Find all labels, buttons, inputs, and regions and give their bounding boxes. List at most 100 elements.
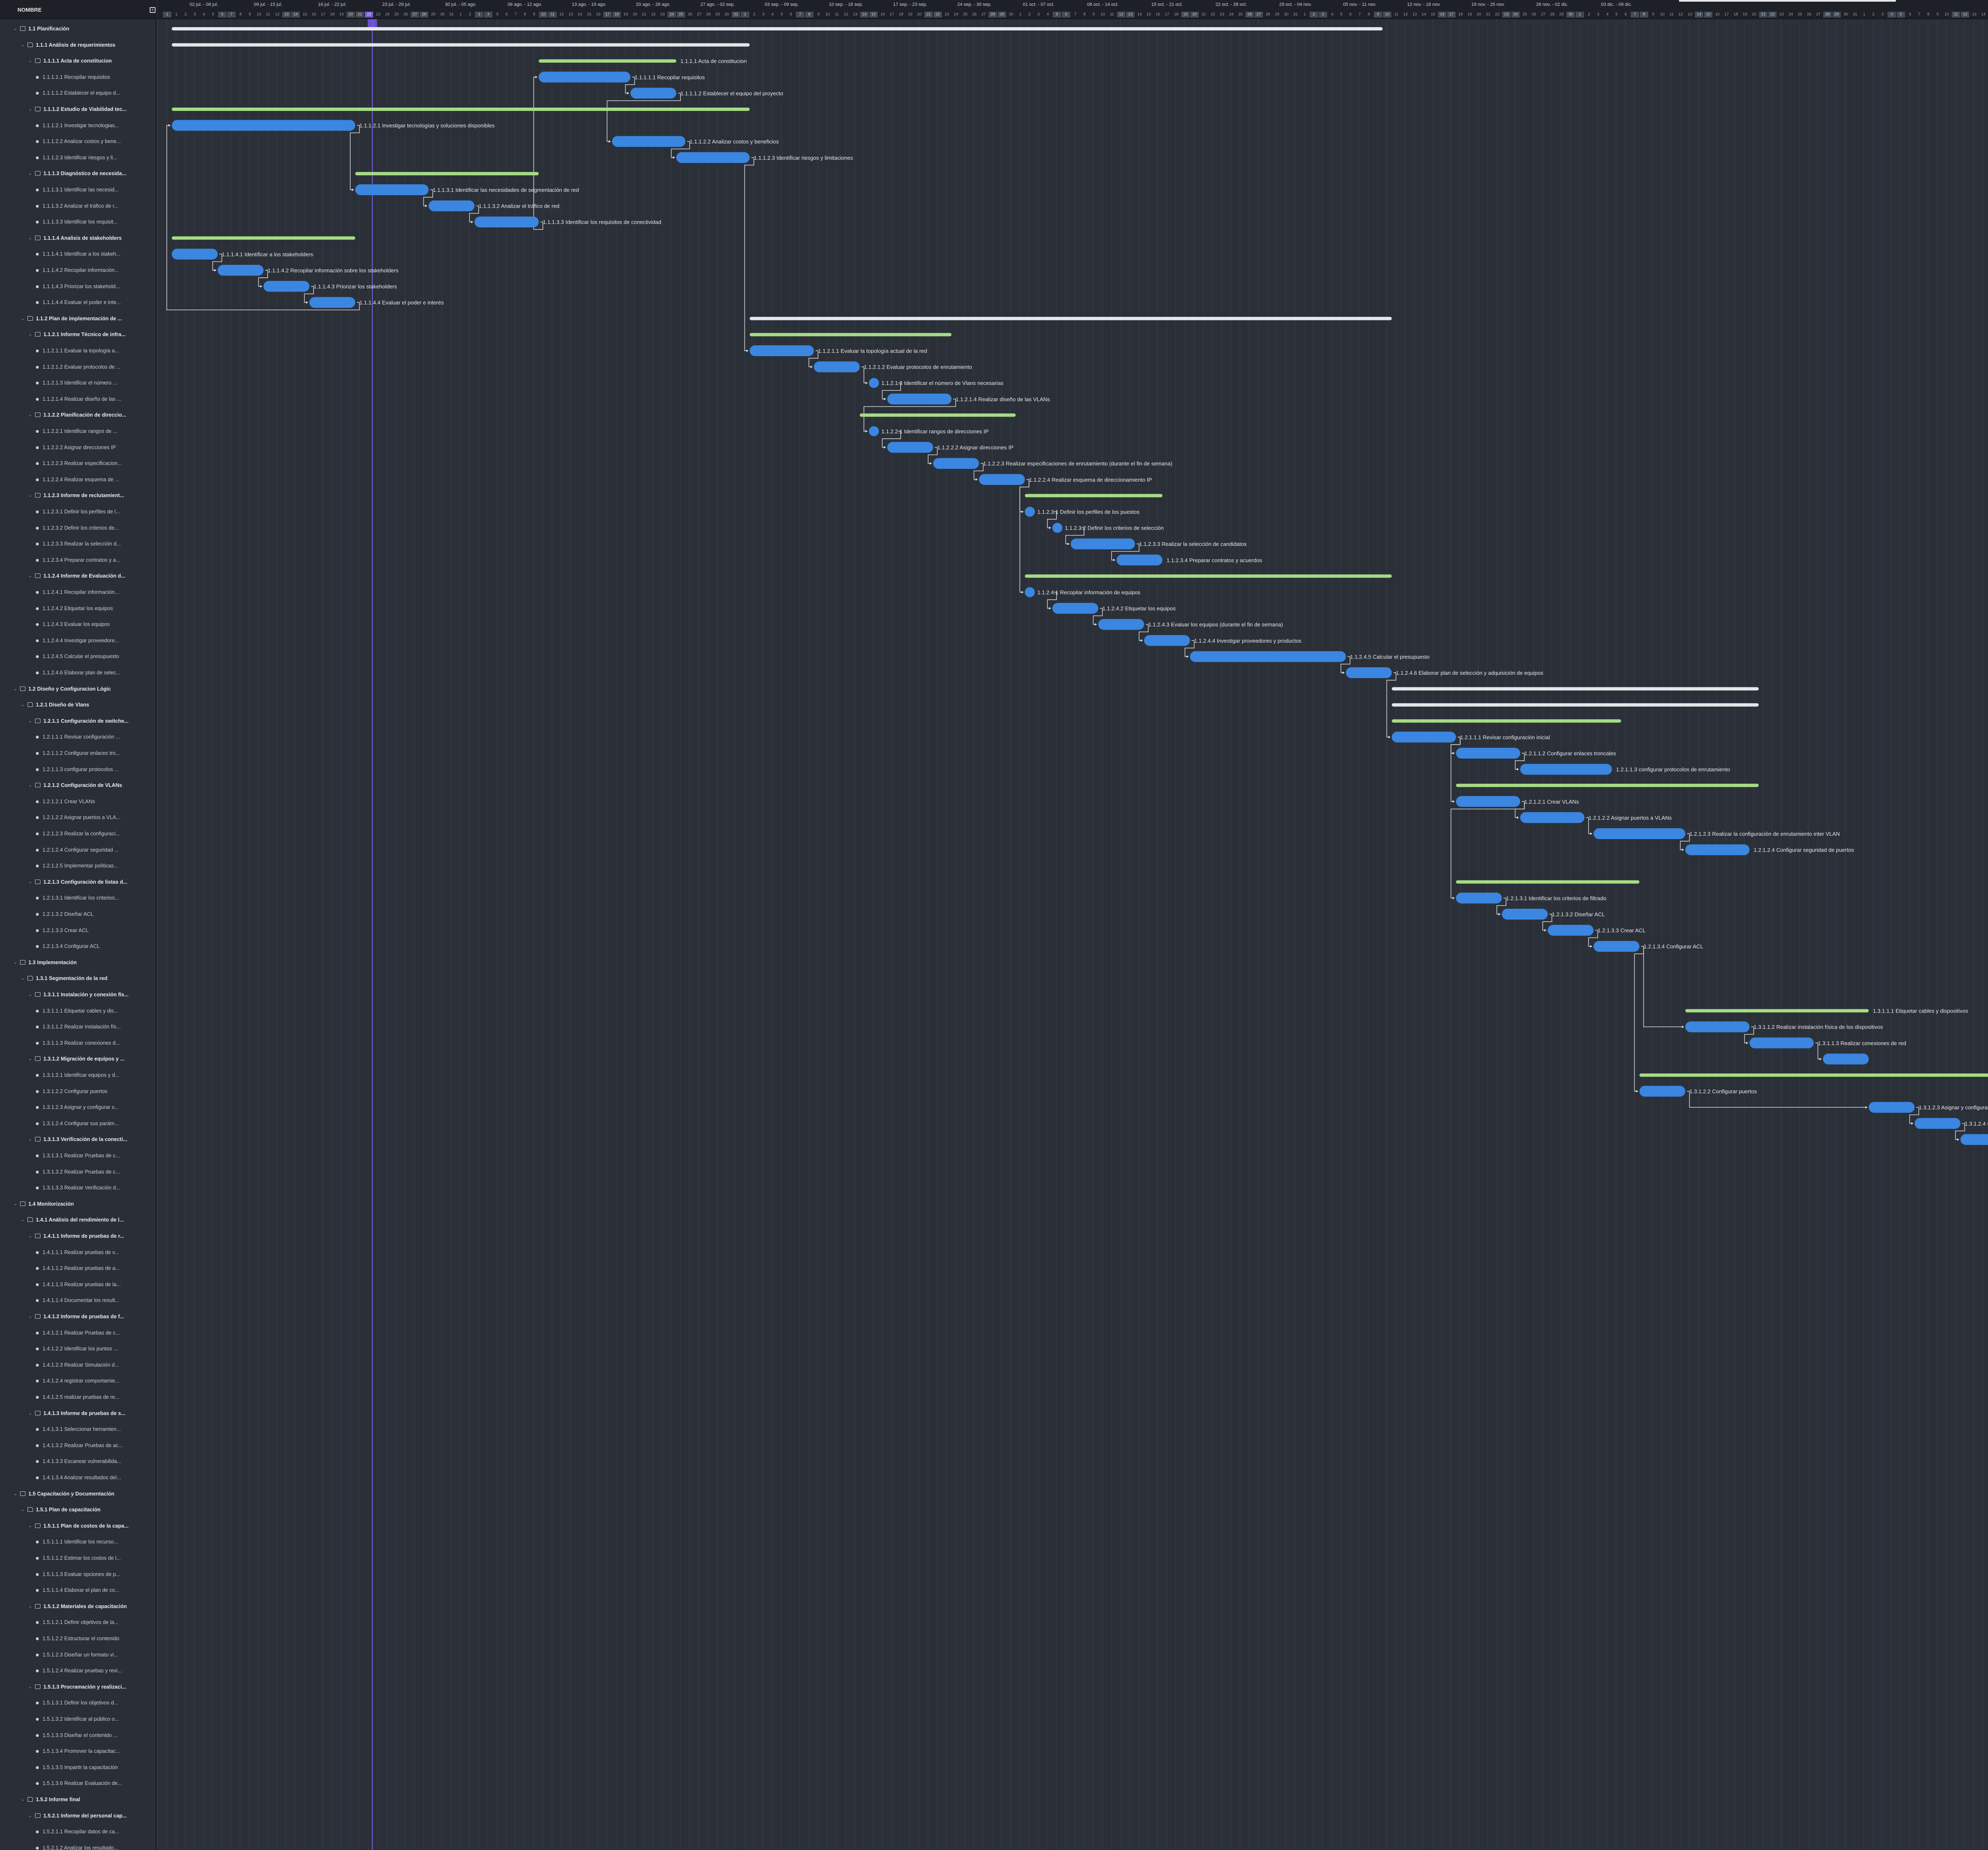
task-row[interactable]: 1.1.2.1.2 Evaluar protocolos de ...: [0, 359, 156, 375]
task-row[interactable]: 1.1.2.4.4 Investigar proveedore...: [0, 633, 156, 649]
task-row[interactable]: 1.4.1.2.4 registrar comportamie...: [0, 1373, 156, 1389]
task-row[interactable]: 1.5.2.1.2 Analizar los resultado...: [0, 1840, 156, 1850]
task-row[interactable]: ⌄ 1.4.1.1 Informe de pruebas de r...: [0, 1228, 156, 1244]
task-bar[interactable]: [1594, 941, 1639, 952]
task-bar[interactable]: [539, 71, 630, 83]
task-bar[interactable]: [1960, 1134, 1988, 1145]
task-row[interactable]: 1.5.1.3.1 Definir los objetivos d...: [0, 1695, 156, 1711]
task-bar[interactable]: [1502, 909, 1548, 920]
task-row[interactable]: 1.5.1.1.4 Elaborar el plan de co...: [0, 1582, 156, 1599]
task-bar[interactable]: [1456, 796, 1520, 807]
task-bar[interactable]: [612, 136, 685, 147]
task-row[interactable]: ⌄ 1.2.1.2 Configuración de VLANs: [0, 777, 156, 794]
summary-bar[interactable]: [172, 27, 1383, 30]
collapse-toggle-icon[interactable]: ⌄: [28, 1684, 32, 1689]
task-row[interactable]: ⌄ 1.5.1.1 Plan de costos de la capa...: [0, 1518, 156, 1534]
group-progress-bar[interactable]: [355, 172, 539, 176]
task-row[interactable]: ⌄ 1.3.1 Segmentación de la red: [0, 970, 156, 987]
task-bar-short[interactable]: [1025, 507, 1035, 517]
task-row[interactable]: 1.4.1.2.5 realizar pruebas de re...: [0, 1389, 156, 1405]
task-bar[interactable]: [933, 458, 979, 469]
task-row[interactable]: 1.3.1.2.4 Configurar sus parám...: [0, 1116, 156, 1132]
group-progress-bar[interactable]: [1456, 880, 1639, 884]
collapse-toggle-icon[interactable]: ⌄: [28, 106, 32, 112]
task-row[interactable]: 1.2.1.2.4 Configurar seguridad ...: [0, 842, 156, 858]
task-row[interactable]: 1.1.2.4.2 Etiquetar los equipos: [0, 601, 156, 617]
task-bar[interactable]: [1098, 619, 1144, 630]
task-row[interactable]: 1.2.1.2.2 Asignar puertos a VLA...: [0, 809, 156, 826]
task-bar[interactable]: [1750, 1037, 1814, 1048]
group-progress-bar[interactable]: [1392, 719, 1621, 723]
task-row[interactable]: ⌄ 1.3.1.3 Verificación de la conecti...: [0, 1131, 156, 1148]
collapse-toggle-icon[interactable]: ⌄: [28, 718, 32, 724]
collapse-toggle-icon[interactable]: ⌄: [28, 1314, 32, 1319]
add-task-button[interactable]: +: [150, 7, 156, 13]
task-row[interactable]: 1.1.1.4.1 Identificar a los stakeh...: [0, 246, 156, 262]
task-bar[interactable]: [1520, 812, 1584, 823]
collapse-toggle-icon[interactable]: ⌄: [28, 992, 32, 997]
task-row[interactable]: ⌄ 1.3 Implementación: [0, 955, 156, 971]
task-bar[interactable]: [355, 184, 429, 195]
collapse-toggle-icon[interactable]: ⌄: [28, 58, 32, 63]
collapse-toggle-icon[interactable]: ⌄: [28, 573, 32, 578]
task-row[interactable]: 1.5.1.3.3 Diseñar el contenido ...: [0, 1727, 156, 1744]
task-row[interactable]: 1.1.2.4.6 Elaborar plan de selec...: [0, 665, 156, 681]
task-bar[interactable]: [814, 361, 860, 372]
task-row[interactable]: ⌄ 1.4.1 Análisis del rendimiento de l...: [0, 1212, 156, 1228]
task-bar-short[interactable]: [1025, 587, 1035, 597]
task-bar[interactable]: [979, 474, 1025, 485]
task-row[interactable]: 1.3.1.2.1 Identificar equipos y d...: [0, 1067, 156, 1083]
task-row[interactable]: 1.2.1.2.1 Crear VLANs: [0, 794, 156, 810]
task-row[interactable]: 1.2.1.3.3 Crear ACL: [0, 922, 156, 939]
task-row[interactable]: ⌄ 1.4.1.3 Informe de pruebas de s...: [0, 1405, 156, 1422]
task-row[interactable]: 1.1.1.2.2 Analizar costos y bene...: [0, 133, 156, 150]
collapse-toggle-icon[interactable]: ⌄: [13, 960, 17, 965]
task-row[interactable]: 1.1.1.1.2 Establecer el equipo d...: [0, 85, 156, 101]
collapse-toggle-icon[interactable]: ⌄: [28, 235, 32, 241]
collapse-toggle-icon[interactable]: ⌄: [28, 332, 32, 337]
group-progress-bar[interactable]: [860, 413, 1016, 417]
task-row[interactable]: ⌄ 1.5.1 Plan de capacitación: [0, 1502, 156, 1518]
task-row[interactable]: 1.4.1.1.1 Realizar pruebas de v...: [0, 1244, 156, 1261]
task-row[interactable]: 1.1.1.4.3 Priorizar los stakehold...: [0, 279, 156, 295]
collapse-toggle-icon[interactable]: ⌄: [13, 1201, 17, 1207]
task-row[interactable]: ⌄ 1.3.1.1 Instalación y conexión fís...: [0, 987, 156, 1003]
task-row[interactable]: ⌄ 1.2.1.3 Configuración de listas d...: [0, 874, 156, 890]
task-row[interactable]: 1.5.1.1.3 Evaluar opciones de p...: [0, 1566, 156, 1583]
task-row[interactable]: 1.4.1.3.4 Analizar resultados del...: [0, 1470, 156, 1486]
task-row[interactable]: ⌄ 1.5 Capacitación y Documentación: [0, 1486, 156, 1502]
task-bar[interactable]: [172, 249, 218, 260]
task-row[interactable]: 1.1.2.2.3 Realizar especificacion...: [0, 455, 156, 472]
task-row[interactable]: 1.4.1.3.3 Escanear vulnerabilida...: [0, 1453, 156, 1470]
group-progress-bar[interactable]: [172, 236, 355, 240]
task-row[interactable]: 1.5.1.2.3 Diseñar un formato vi...: [0, 1647, 156, 1663]
collapse-toggle-icon[interactable]: ⌄: [28, 782, 32, 788]
task-bar[interactable]: [1456, 748, 1520, 759]
collapse-toggle-icon[interactable]: ⌄: [21, 975, 25, 981]
task-row[interactable]: 1.4.1.1.3 Realizar pruebas de la...: [0, 1277, 156, 1293]
task-row[interactable]: 1.4.1.1.4 Documentar los result...: [0, 1292, 156, 1309]
group-progress-bar[interactable]: [1025, 494, 1162, 498]
task-row[interactable]: ⌄ 1.1.1.2 Estudio de Viabilidad tec...: [0, 101, 156, 118]
collapse-toggle-icon[interactable]: ⌄: [21, 1507, 25, 1512]
task-row[interactable]: 1.3.1.1.2 Realizar instalación fís...: [0, 1019, 156, 1035]
group-progress-bar[interactable]: [1456, 784, 1759, 787]
task-bar[interactable]: [429, 200, 474, 211]
task-row[interactable]: 1.1.2.4.1 Recopilar información...: [0, 584, 156, 601]
task-row[interactable]: 1.5.1.2.2 Estructurar el contenido: [0, 1631, 156, 1647]
summary-bar[interactable]: [172, 43, 750, 47]
task-row[interactable]: ⌄ 1.3.1.2 Migración de equipos y ...: [0, 1051, 156, 1067]
task-row[interactable]: 1.1.2.4.3 Evaluar los equipos: [0, 616, 156, 633]
task-row[interactable]: ⌄ 1.5.2.1 Informe del personal cap...: [0, 1808, 156, 1824]
group-progress-bar[interactable]: [1025, 574, 1392, 578]
task-row[interactable]: 1.5.1.3.6 Realizar Evaluación de...: [0, 1775, 156, 1792]
task-row[interactable]: ⌄ 1.1.2.3 Informe de reclutamient...: [0, 488, 156, 504]
summary-bar[interactable]: [1392, 703, 1759, 707]
task-row[interactable]: 1.5.2.1.1 Recopilar datos de ca...: [0, 1824, 156, 1840]
task-row[interactable]: ⌄ 1.1.1.4 Analisis de stakeholders: [0, 230, 156, 246]
task-row[interactable]: ⌄ 1.2.1.1 Configuración de switche...: [0, 713, 156, 729]
task-row[interactable]: ⌄ 1.1 Planificación: [0, 21, 156, 37]
collapse-toggle-icon[interactable]: ⌄: [28, 1136, 32, 1142]
task-bar[interactable]: [1548, 925, 1594, 936]
summary-bar[interactable]: [750, 317, 1392, 320]
